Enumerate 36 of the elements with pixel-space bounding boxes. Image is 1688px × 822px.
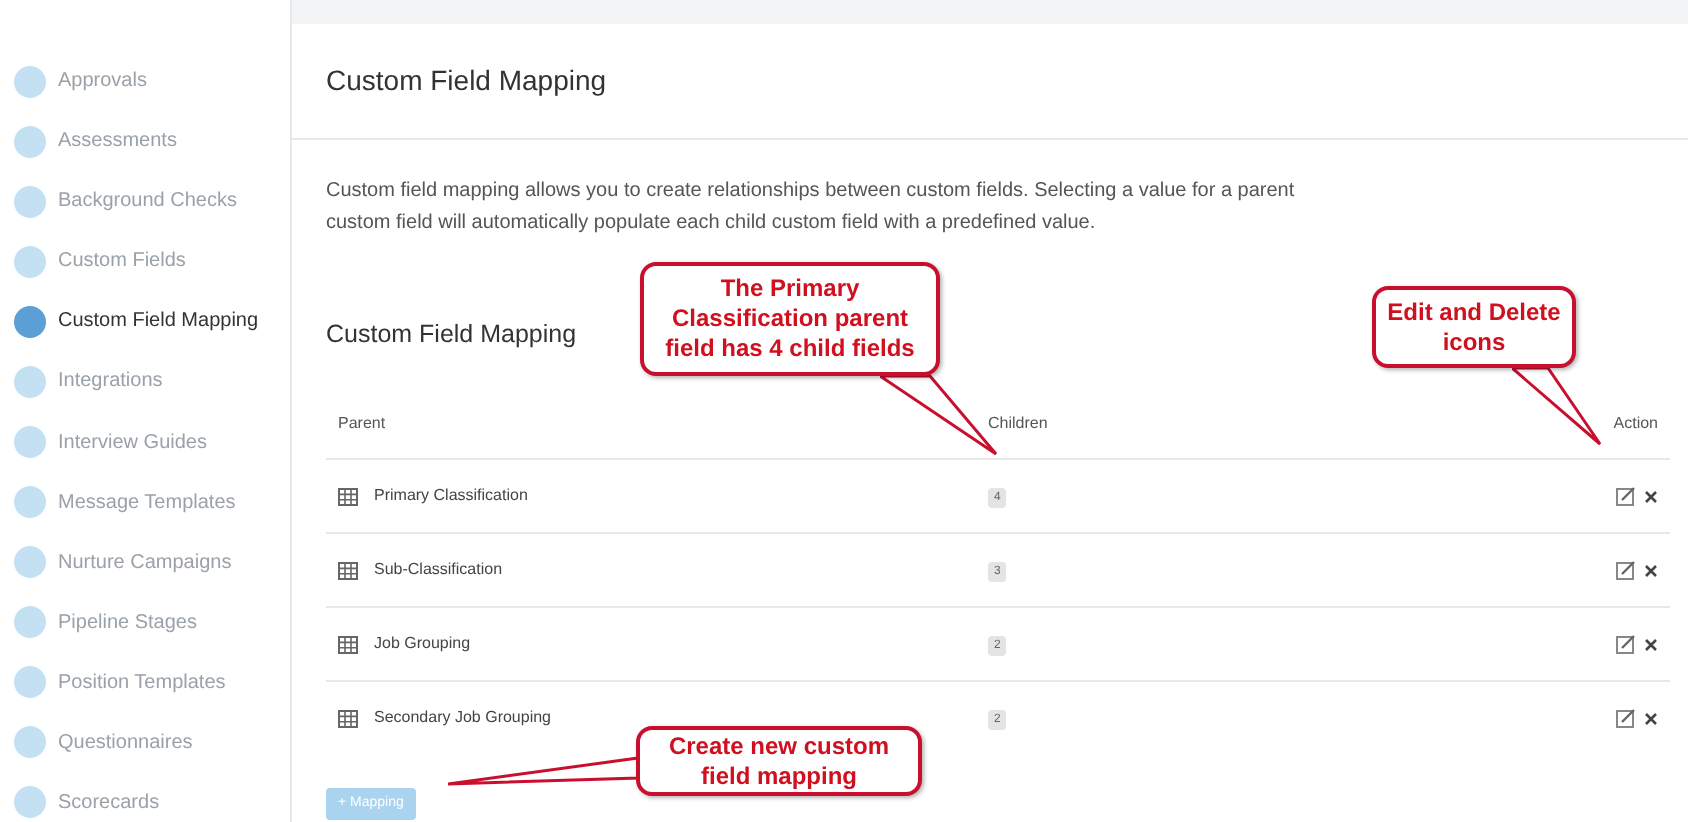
panel-title: Custom Field Mapping [326, 62, 607, 100]
table-icon [338, 709, 358, 727]
delete-icon[interactable] [1644, 563, 1658, 577]
parent-cell: Sub-Classification [374, 558, 503, 582]
sidebar-item[interactable]: Integrations [14, 362, 290, 401]
sidebar-item[interactable]: Custom Fields [14, 242, 290, 281]
sidebar-item[interactable]: Interview Guides [14, 422, 290, 462]
sidebar-item[interactable]: Position Templates [14, 663, 290, 702]
edit-icon[interactable] [1616, 560, 1636, 580]
callout: Create new custom field mapping [636, 726, 922, 796]
column-header: Children [988, 412, 1050, 436]
sidebar-item[interactable]: Message Templates [14, 483, 290, 522]
column-header: Parent [338, 412, 388, 436]
table-icon [338, 635, 358, 653]
edit-icon[interactable] [1616, 708, 1636, 728]
sidebar-item[interactable]: Nurture Campaigns [14, 543, 290, 582]
delete-icon[interactable] [1644, 711, 1658, 725]
parent-cell: Primary Classification [374, 484, 528, 508]
edit-icon[interactable] [1616, 486, 1636, 506]
sidebar-item[interactable]: Approvals [14, 62, 290, 101]
column-header: Action [1613, 412, 1658, 436]
sidebar-item[interactable]: Assessments [14, 122, 290, 161]
table-icon [338, 561, 358, 579]
sidebar-item[interactable]: Custom Field Mapping [14, 302, 290, 341]
delete-icon[interactable] [1644, 489, 1658, 503]
sidebar-item[interactable]: Pipeline Stages [14, 603, 290, 642]
section-title: Custom Field Mapping [326, 320, 577, 348]
table-icon [338, 487, 358, 505]
parent-cell: Job Grouping [374, 632, 471, 656]
delete-icon[interactable] [1644, 637, 1658, 651]
sidebar-item[interactable]: Scorecards [14, 783, 290, 822]
edit-icon[interactable] [1616, 634, 1636, 654]
parent-cell: Secondary Job Grouping [374, 706, 551, 730]
sidebar-item[interactable]: Background Checks [14, 182, 290, 221]
description-text: Custom field mapping allows you to create relationships between custom fields. Selecting a value for a parent custom field will automatically populate each child custom field with a predefined value. [326, 178, 1297, 238]
sidebar-item[interactable]: Questionnaires [14, 723, 290, 762]
